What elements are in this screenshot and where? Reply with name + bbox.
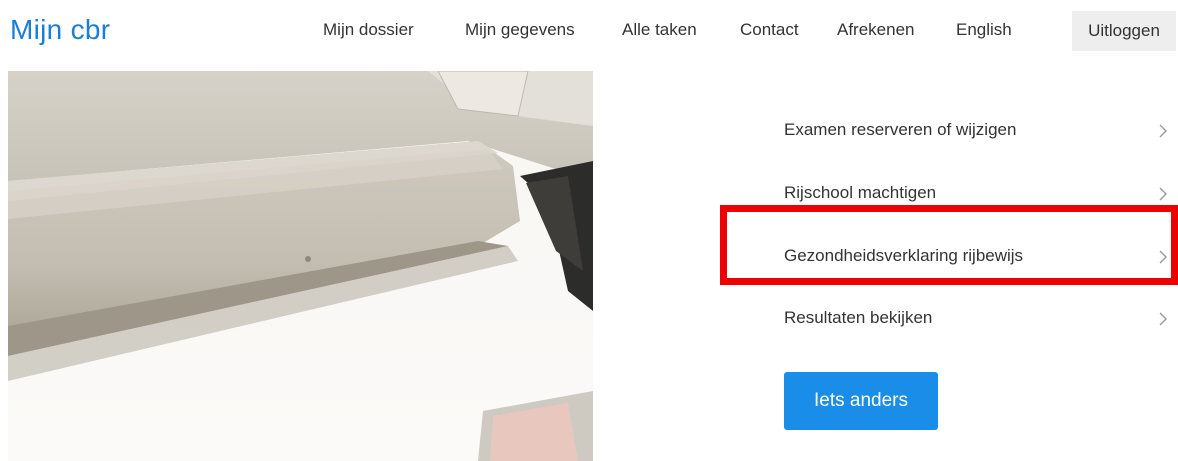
menu-item-label: Rijschool machtigen <box>784 183 937 202</box>
chevron-right-icon <box>1159 187 1167 201</box>
nav-item-mijn-dossier[interactable]: Mijn dossier <box>323 20 414 40</box>
nav-item-afrekenen[interactable]: Afrekenen <box>837 20 915 40</box>
iets-anders-button[interactable]: Iets anders <box>784 372 938 430</box>
menu-item-rijschool-machtigen[interactable]: Rijschool machtigen <box>784 183 1176 207</box>
nav-item-mijn-gegevens[interactable]: Mijn gegevens <box>465 20 575 40</box>
menu-item-resultaten-bekijken[interactable]: Resultaten bekijken <box>784 308 1176 332</box>
menu-item-examen-reserveren[interactable]: Examen reserveren of wijzigen <box>784 120 1176 144</box>
chevron-right-icon <box>1159 124 1167 138</box>
chevron-right-icon <box>1159 312 1167 326</box>
car-interior-photo <box>8 71 593 461</box>
highlight-annotation-box <box>720 205 1178 285</box>
sun-visor-image <box>8 71 593 461</box>
nav-item-contact[interactable]: Contact <box>740 20 799 40</box>
nav-item-english[interactable]: English <box>956 20 1012 40</box>
logout-button[interactable]: Uitloggen <box>1072 11 1176 51</box>
site-header: Mijn cbr Mijn dossier Mijn gegevens Alle… <box>0 0 1178 64</box>
menu-item-label: Resultaten bekijken <box>784 308 933 327</box>
main-nav: Mijn dossier Mijn gegevens Alle taken Co… <box>0 20 1178 44</box>
nav-item-alle-taken[interactable]: Alle taken <box>622 20 697 40</box>
menu-item-label: Examen reserveren of wijzigen <box>784 120 1017 139</box>
